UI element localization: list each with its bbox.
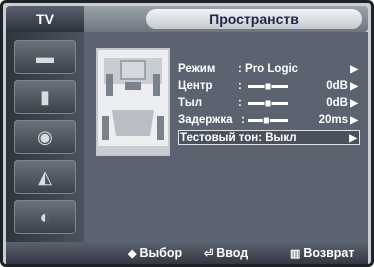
hint-return-label: Возврат xyxy=(303,246,355,260)
mode-value: : Pro Logic xyxy=(238,63,299,75)
sidebar-item-setup[interactable]: ◭ xyxy=(14,160,76,194)
delay-label: Задержка xyxy=(178,114,233,126)
rear-slider[interactable] xyxy=(248,100,288,107)
center-label: Центр xyxy=(178,80,213,92)
hint-move: ◆ Выбор xyxy=(128,242,183,264)
rear-value: 0dB xyxy=(326,97,348,109)
tv-source-tab: TV xyxy=(6,6,84,32)
row-test-tone[interactable]: Тестовый тон: Выкл ▶ xyxy=(178,130,360,145)
return-key-icon: ▥ xyxy=(290,248,301,260)
row-center[interactable]: Центр : 0dB ▶ xyxy=(178,79,360,94)
right-arrow-icon: ▶ xyxy=(349,133,357,144)
help-bar: ◆ Выбор ⏎ Ввод ▥ Возврат xyxy=(6,242,368,264)
sidebar-item-channel[interactable]: ◉ xyxy=(14,120,76,154)
delay-colon: : xyxy=(241,114,245,126)
center-colon: : xyxy=(238,80,242,92)
right-arrow-icon: ▶ xyxy=(350,115,358,126)
hint-enter: ⏎ Ввод xyxy=(204,242,249,264)
row-mode[interactable]: Режим : Pro Logic ▶ xyxy=(178,62,360,77)
right-arrow-icon: ▶ xyxy=(350,98,358,109)
center-slider[interactable] xyxy=(248,83,288,90)
up-down-arrow-icon: ◆ xyxy=(128,248,137,260)
hint-enter-label: Ввод xyxy=(216,246,249,260)
right-arrow-icon: ▶ xyxy=(350,64,358,75)
sidebar-item-picture[interactable]: ▬ xyxy=(14,40,76,74)
setup-icon: ◭ xyxy=(38,166,52,187)
input-icon: ◐ xyxy=(39,206,51,227)
center-value: 0dB xyxy=(326,80,348,92)
sidebar-item-input[interactable]: ◐ xyxy=(14,200,76,234)
row-rear[interactable]: Тыл : 0dB ▶ xyxy=(178,96,360,111)
sound-icon: ▮ xyxy=(40,86,50,107)
tv-osd-screen: TV Пространств ▬ ▮ ◉ ◭ ◐ Режим: Pro Log… xyxy=(0,0,374,267)
enter-key-icon: ⏎ xyxy=(204,248,214,260)
rear-label: Тыл xyxy=(178,97,202,109)
rear-colon: : xyxy=(238,97,242,109)
channel-icon: ◉ xyxy=(37,126,53,147)
mode-label: Режим xyxy=(178,63,216,75)
sidebar-item-sound[interactable]: ▮ xyxy=(14,80,76,114)
menu-sidebar: ▬ ▮ ◉ ◭ ◐ xyxy=(6,32,84,242)
picture-icon: ▬ xyxy=(36,46,54,67)
top-bar: TV Пространств xyxy=(6,6,368,32)
row-delay[interactable]: Задержка : 20ms ▶ xyxy=(178,113,360,128)
delay-slider[interactable] xyxy=(248,117,288,124)
surround-settings-panel: Режим : Pro Logic ▶ Центр : 0dB ▶ Тыл : … xyxy=(84,32,368,242)
right-arrow-icon: ▶ xyxy=(350,81,358,92)
hint-return: ▥ Возврат xyxy=(290,242,355,264)
hint-move-label: Выбор xyxy=(139,246,183,260)
speaker-layout-image xyxy=(96,48,170,156)
test-tone-label: Тестовый тон: Выкл xyxy=(180,132,297,144)
menu-title: Пространств xyxy=(146,9,362,29)
delay-value: 20ms xyxy=(318,114,348,126)
